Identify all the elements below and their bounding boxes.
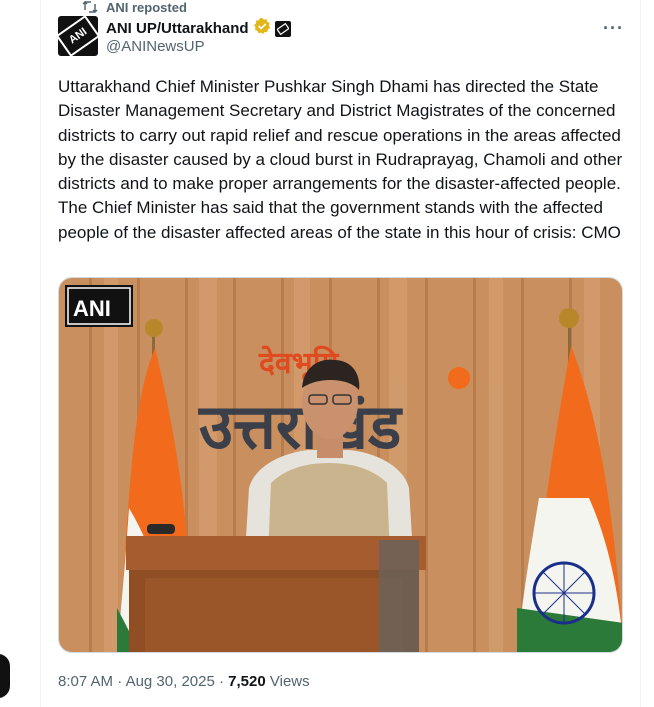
- repost-indicator[interactable]: ANI reposted: [82, 0, 187, 15]
- avatar-logo: ANI: [58, 16, 98, 56]
- tweet-meta: 8:07 AM · Aug 30, 2025 · 7,520 Views: [58, 673, 310, 690]
- author-display-name[interactable]: ANI UP/Uttarakhand: [106, 20, 249, 37]
- views-label: Views: [269, 673, 310, 690]
- author-name-row[interactable]: ANI UP/Uttarakhand: [106, 17, 291, 40]
- government-badge-icon: [274, 20, 291, 37]
- views-count[interactable]: 7,520: [228, 673, 266, 690]
- tweet-text: Uttarakhand Chief Minister Pushkar Singh…: [58, 77, 623, 242]
- timeline-right-border: [640, 0, 641, 707]
- timeline-left-border: [40, 0, 41, 707]
- ani-watermark: ANI: [73, 296, 111, 321]
- tweet-photo[interactable]: देवभूमि उत्तराखंड ANI: [58, 277, 623, 653]
- floating-button-edge[interactable]: [0, 654, 10, 698]
- meta-separator: ·: [117, 673, 123, 690]
- repost-label: ANI reposted: [106, 0, 187, 15]
- tweet-date[interactable]: Aug 30, 2025: [126, 673, 215, 690]
- avatar[interactable]: ANI: [58, 16, 98, 56]
- author-handle[interactable]: @ANINewsUP: [106, 38, 205, 55]
- meta-separator: ·: [218, 673, 224, 690]
- verified-badge-icon: [253, 17, 271, 40]
- more-icon[interactable]: ···: [603, 18, 624, 39]
- tweet-time[interactable]: 8:07 AM: [58, 673, 113, 690]
- repost-icon: [82, 0, 98, 14]
